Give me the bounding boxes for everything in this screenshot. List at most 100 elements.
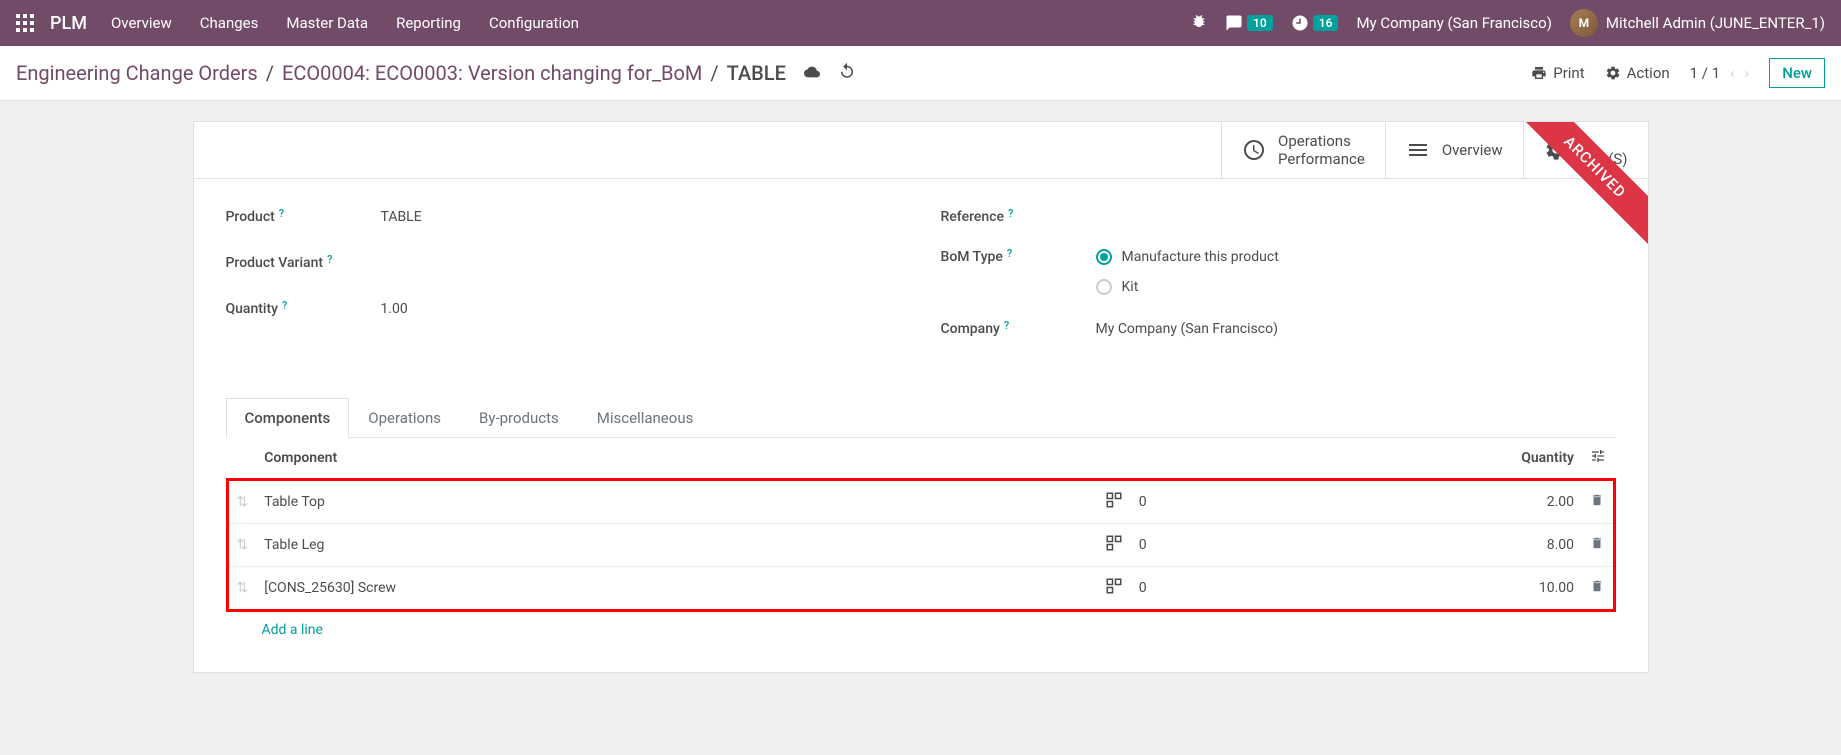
topbar: PLM Overview Changes Master Data Reporti… — [0, 0, 1841, 46]
components-table: Component Quantity ⇅ Tabl — [226, 438, 1616, 612]
optional-columns-icon[interactable] — [1590, 452, 1606, 468]
tab-operations[interactable]: Operations — [349, 398, 460, 438]
tabs: Components Operations By-products Miscel… — [226, 397, 1616, 438]
table-row[interactable]: ⇅ Table Top 0 2.00 — [227, 480, 1614, 524]
stat-operations-l1: Operations — [1278, 132, 1365, 150]
product-value[interactable]: TABLE — [381, 209, 422, 225]
pager: 1 / 1 ‹ › — [1690, 64, 1750, 82]
clock-badge[interactable]: 16 — [1291, 14, 1339, 32]
head-component[interactable]: Component — [256, 438, 1096, 480]
print-button[interactable]: Print — [1531, 64, 1584, 82]
nav-master-data[interactable]: Master Data — [286, 14, 368, 32]
action-button[interactable]: Action — [1605, 64, 1670, 82]
head-quantity[interactable]: Quantity — [1191, 438, 1582, 480]
content: ARCHIVED Operations Performance Overview… — [0, 101, 1841, 693]
help-icon[interactable]: ? — [279, 207, 284, 220]
forecast-icon[interactable] — [1097, 524, 1131, 567]
delete-row-icon[interactable] — [1582, 567, 1614, 611]
avatar: M — [1570, 9, 1598, 37]
component-qty[interactable]: 2.00 — [1191, 480, 1582, 524]
table-row[interactable]: ⇅ Table Leg 0 8.00 — [227, 524, 1614, 567]
tab-components[interactable]: Components — [226, 398, 350, 438]
tab-miscellaneous[interactable]: Miscellaneous — [578, 398, 713, 438]
breadcrumb-eco[interactable]: ECO0004: ECO0003: Version changing for_B… — [282, 61, 702, 85]
form-sheet: ARCHIVED Operations Performance Overview… — [193, 121, 1649, 673]
product-qty-available: 0 — [1131, 524, 1191, 567]
product-label: Product ? — [226, 209, 381, 225]
bug-icon[interactable] — [1191, 13, 1207, 33]
control-bar: Engineering Change Orders / ECO0004: ECO… — [0, 46, 1841, 101]
component-qty[interactable]: 8.00 — [1191, 524, 1582, 567]
chat-count: 10 — [1247, 15, 1273, 31]
stat-operations[interactable]: Operations Performance — [1221, 122, 1385, 178]
control-right: Print Action 1 / 1 ‹ › New — [1531, 58, 1825, 88]
company-value[interactable]: My Company (San Francisco) — [1096, 321, 1278, 337]
help-icon[interactable]: ? — [1007, 247, 1012, 260]
components-table-wrap: Component Quantity ⇅ Tabl — [194, 438, 1648, 672]
component-qty[interactable]: 10.00 — [1191, 567, 1582, 611]
help-icon[interactable]: ? — [327, 253, 332, 266]
reference-label: Reference ? — [941, 209, 1096, 225]
new-button[interactable]: New — [1769, 58, 1825, 88]
drag-handle-icon[interactable]: ⇅ — [227, 480, 256, 524]
nav-menu: Overview Changes Master Data Reporting C… — [111, 14, 579, 32]
form-body: Product ? TABLE Product Variant ? — [194, 179, 1648, 385]
radio-kit[interactable]: Kit — [1096, 279, 1279, 295]
chat-badge[interactable]: 10 — [1225, 14, 1273, 32]
radio-icon — [1096, 249, 1112, 265]
radio-kit-label: Kit — [1122, 279, 1139, 295]
topbar-right: 10 16 My Company (San Francisco) M Mitch… — [1191, 9, 1825, 37]
breadcrumb-sep: / — [266, 61, 274, 85]
component-name[interactable]: [CONS_25630] Screw — [256, 567, 1096, 611]
breadcrumb-root[interactable]: Engineering Change Orders — [16, 61, 258, 85]
help-icon[interactable]: ? — [1008, 207, 1013, 220]
apps-icon[interactable] — [16, 14, 34, 32]
nav-reporting[interactable]: Reporting — [396, 14, 461, 32]
help-icon[interactable]: ? — [1004, 319, 1009, 332]
product-qty-available: 0 — [1131, 480, 1191, 524]
delete-row-icon[interactable] — [1582, 524, 1614, 567]
pager-value[interactable]: 1 / 1 — [1690, 64, 1721, 82]
component-name[interactable]: Table Leg — [256, 524, 1096, 567]
bom-type-radio-group: Manufacture this product Kit — [1096, 249, 1279, 295]
pager-prev-icon[interactable]: ‹ — [1730, 64, 1735, 82]
nav-overview[interactable]: Overview — [111, 14, 172, 32]
nav-configuration[interactable]: Configuration — [489, 14, 579, 32]
radio-icon — [1096, 279, 1112, 295]
company-label: Company ? — [941, 321, 1096, 337]
forecast-icon[interactable] — [1097, 567, 1131, 611]
breadcrumb-current: TABLE — [727, 61, 786, 85]
user-name: Mitchell Admin (JUNE_ENTER_1) — [1606, 14, 1825, 32]
quantity-label: Quantity ? — [226, 301, 381, 317]
radio-manufacture-label: Manufacture this product — [1122, 249, 1279, 265]
radio-manufacture[interactable]: Manufacture this product — [1096, 249, 1279, 265]
delete-row-icon[interactable] — [1582, 480, 1614, 524]
tab-by-products[interactable]: By-products — [460, 398, 578, 438]
company-name[interactable]: My Company (San Francisco) — [1356, 14, 1551, 32]
button-box: Operations Performance Overview 2 ECO(S) — [194, 122, 1648, 179]
variant-label: Product Variant ? — [226, 255, 381, 271]
pager-next-icon[interactable]: › — [1745, 64, 1750, 82]
quantity-value[interactable]: 1.00 — [381, 301, 408, 317]
help-icon[interactable]: ? — [282, 299, 287, 312]
bars-icon — [1406, 138, 1430, 162]
bom-type-label: BoM Type ? — [941, 249, 1096, 265]
nav-changes[interactable]: Changes — [200, 14, 259, 32]
discard-icon[interactable] — [838, 61, 856, 85]
save-cloud-icon[interactable] — [802, 61, 822, 85]
breadcrumb: Engineering Change Orders / ECO0004: ECO… — [16, 61, 856, 85]
component-name[interactable]: Table Top — [256, 480, 1096, 524]
app-name[interactable]: PLM — [50, 13, 87, 34]
table-row[interactable]: ⇅ [CONS_25630] Screw 0 10.00 — [227, 567, 1614, 611]
action-label: Action — [1627, 64, 1670, 82]
user-menu[interactable]: M Mitchell Admin (JUNE_ENTER_1) — [1570, 9, 1825, 37]
drag-handle-icon[interactable]: ⇅ — [227, 567, 256, 611]
print-label: Print — [1553, 64, 1584, 82]
forecast-icon[interactable] — [1097, 480, 1131, 524]
product-qty-available: 0 — [1131, 567, 1191, 611]
stat-overview[interactable]: Overview — [1385, 122, 1523, 178]
add-line-button[interactable]: Add a line — [226, 612, 1616, 648]
stat-operations-l2: Performance — [1278, 150, 1365, 168]
clock-count: 16 — [1313, 15, 1339, 31]
drag-handle-icon[interactable]: ⇅ — [227, 524, 256, 567]
